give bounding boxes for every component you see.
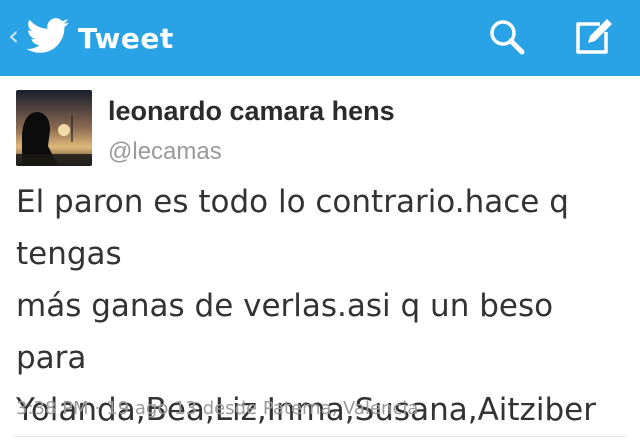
tweet-time: 3:38 PM: [16, 398, 89, 419]
search-icon[interactable]: [484, 14, 530, 60]
chevron-left-icon[interactable]: ‹: [8, 22, 19, 50]
compose-icon[interactable]: [570, 14, 616, 60]
meta-separator: ·: [94, 398, 101, 419]
tweet-text-line: El paron es todo lo contrario.hace q ten…: [16, 184, 569, 272]
divider: [14, 436, 626, 437]
avatar[interactable]: [16, 90, 92, 166]
tweet-detail: leonardo camara hens @lecamas El paron e…: [0, 76, 640, 448]
app-header: ‹ Tweet: [0, 0, 640, 76]
tweet-text-line: más ganas de verlas.asi q un beso para: [16, 288, 554, 376]
author-handle[interactable]: @lecamas: [108, 138, 222, 166]
tweet-date: 19 ago 13: [106, 398, 197, 419]
tweet-location[interactable]: desde Paterna, Valencia: [203, 398, 419, 419]
page-title: Tweet: [78, 22, 174, 55]
twitter-bird-icon[interactable]: [26, 18, 70, 54]
tweet-text: El paron es todo lo contrario.hace q ten…: [16, 176, 626, 436]
author-name[interactable]: leonardo camara hens: [108, 96, 395, 127]
tweet-metadata: 3:38 PM · 19 ago 13 desde Paterna, Valenci…: [16, 398, 418, 419]
